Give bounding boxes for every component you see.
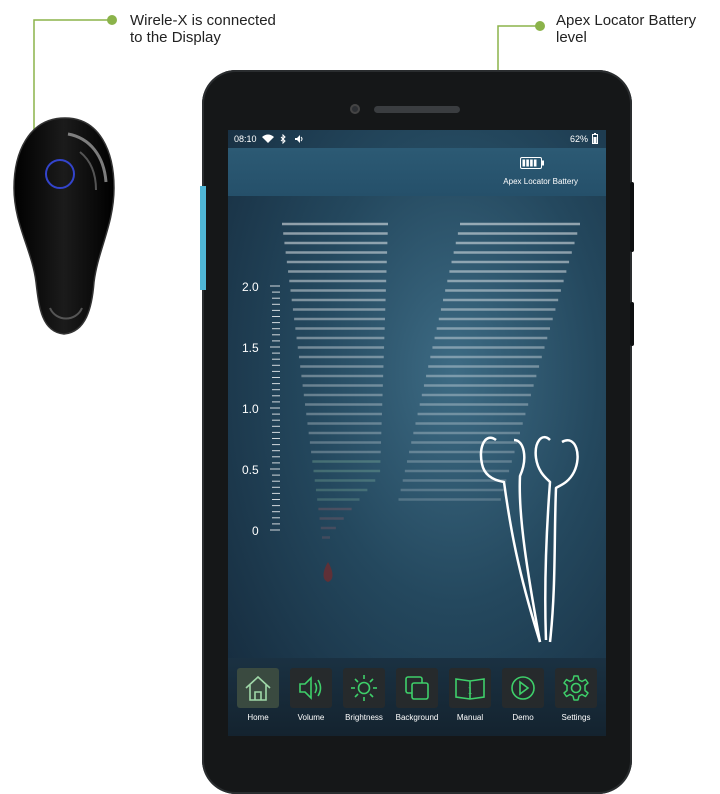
volume-button[interactable]: Volume — [289, 668, 333, 722]
speaker-grille — [374, 106, 460, 113]
tooth-roots-icon — [479, 435, 579, 643]
wirelex-device — [13, 117, 115, 335]
battery-callout-line2: level — [556, 29, 587, 46]
battery-callout-line1: Apex Locator Battery — [556, 12, 697, 29]
wireless-callout-line2: to the Display — [130, 29, 221, 46]
manual-button[interactable]: i Manual — [448, 668, 492, 722]
brightness-label: Brightness — [345, 713, 383, 722]
wireless-callout: Wirele-X is connected to the Display — [130, 12, 276, 46]
battery-level-bar — [538, 160, 541, 167]
settings-label: Settings — [561, 713, 591, 722]
play-icon — [511, 676, 535, 700]
book-icon: i — [455, 678, 485, 700]
app-screen: 08:10 62% Apex Locator Battery 2.0 1.5 1… — [228, 130, 606, 736]
top-bar: Apex Locator Battery — [228, 148, 606, 196]
background-button[interactable]: Background — [395, 668, 439, 722]
home-label: Home — [247, 713, 269, 722]
home-icon — [245, 675, 271, 701]
volume-icon — [299, 676, 322, 700]
power-button — [630, 302, 634, 346]
apex-battery-label: Apex Locator Battery — [503, 177, 578, 186]
svg-text:i: i — [468, 683, 472, 697]
bluetooth-icon — [280, 134, 286, 144]
battery-level-bar — [530, 159, 533, 167]
battery-level-bar — [522, 159, 526, 167]
scale-label-1-5: 1.5 — [242, 341, 259, 355]
volume-label: Volume — [297, 713, 325, 722]
scale-label-1-0: 1.0 — [242, 402, 259, 416]
settings-button[interactable]: Settings — [554, 668, 598, 722]
battery-level-bar — [526, 159, 529, 167]
brightness-button[interactable]: Brightness — [342, 668, 386, 722]
volume-status-icon — [295, 135, 303, 143]
scale-label-2-0: 2.0 — [242, 280, 259, 294]
gear-icon — [563, 675, 589, 701]
apex-scale — [270, 222, 580, 643]
sun-icon — [351, 675, 377, 701]
apex-battery-icon — [520, 157, 544, 169]
status-time: 08:10 — [234, 134, 257, 144]
wireless-callout-line1: Wirele-X is connected — [130, 12, 276, 29]
scale-label-0: 0 — [252, 524, 259, 538]
background-label: Background — [395, 713, 439, 722]
volume-rocker — [630, 182, 634, 252]
bottom-toolbar: Home Volume Brightness Background i Manu… — [228, 658, 606, 736]
demo-button[interactable]: Demo — [501, 668, 545, 722]
status-battery-percent: 62% — [570, 134, 589, 144]
background-icon — [405, 676, 429, 700]
battery-level-bar — [533, 159, 537, 167]
wifi-icon — [262, 134, 274, 143]
status-bar: 08:10 62% — [228, 130, 606, 148]
demo-label: Demo — [512, 713, 534, 722]
device-connection-tab — [200, 186, 206, 290]
battery-callout: Apex Locator Battery level — [556, 12, 696, 46]
front-camera — [350, 104, 360, 114]
battery-icon — [592, 133, 598, 144]
home-button[interactable]: Home — [236, 668, 280, 722]
blood-drop-icon — [323, 562, 333, 582]
manual-label: Manual — [456, 713, 484, 722]
scale-label-0-5: 0.5 — [242, 463, 259, 477]
